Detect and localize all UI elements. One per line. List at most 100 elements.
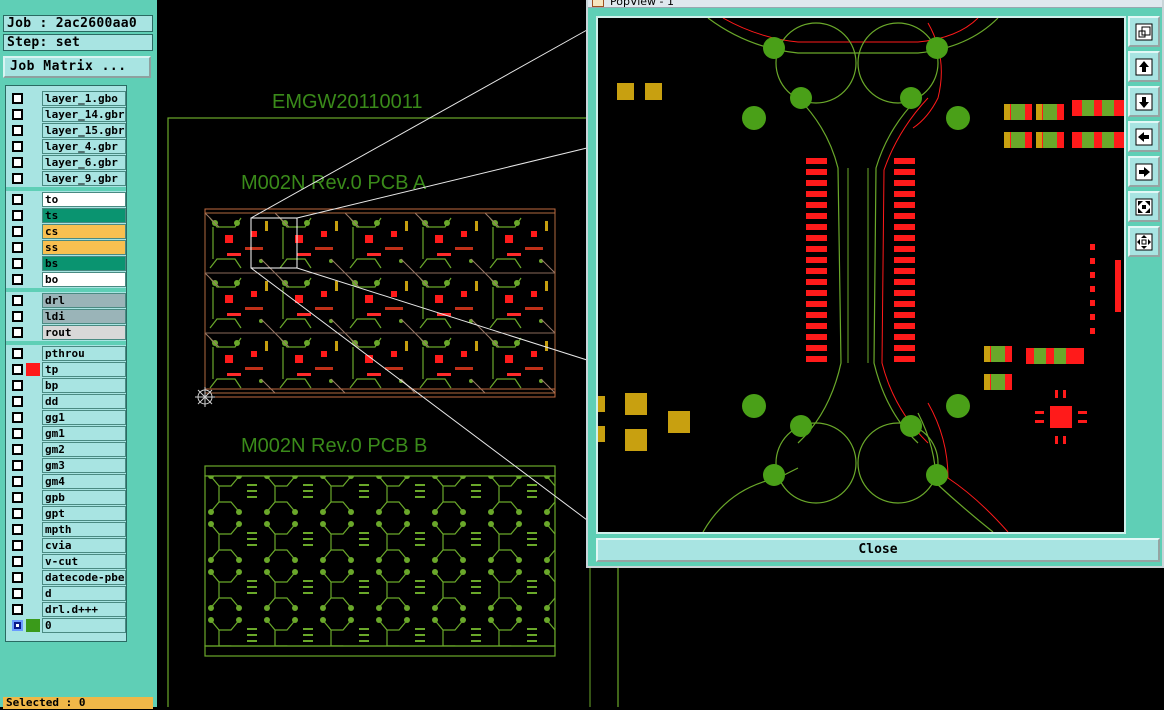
layer-row-gpb[interactable]: gpb: [8, 490, 126, 505]
layer-row-drl[interactable]: drl: [8, 293, 126, 308]
layer-row-bp[interactable]: bp: [8, 378, 126, 393]
layer-name: gpt: [42, 506, 126, 521]
layer-checkbox[interactable]: [12, 492, 23, 503]
layer-row-bs[interactable]: bs: [8, 256, 126, 271]
layer-row-gm2[interactable]: gm2: [8, 442, 126, 457]
layer-row-rout[interactable]: rout: [8, 325, 126, 340]
layer-row-ss[interactable]: ss: [8, 240, 126, 255]
layer-color-swatch: [26, 363, 40, 376]
zoom-in-button[interactable]: [1128, 191, 1160, 222]
layer-row-to[interactable]: to: [8, 192, 126, 207]
group-divider: [6, 341, 126, 345]
layer-row-gpt[interactable]: gpt: [8, 506, 126, 521]
layer-row-gg1[interactable]: gg1: [8, 410, 126, 425]
layer-row-0[interactable]: 0: [8, 618, 126, 633]
pan-right-button[interactable]: [1128, 156, 1160, 187]
layer-checkbox[interactable]: [12, 173, 23, 184]
layer-name: gm4: [42, 474, 126, 489]
layer-checkbox[interactable]: [12, 274, 23, 285]
layer-row-dd[interactable]: dd: [8, 394, 126, 409]
zoom-fit-icon: [1135, 23, 1153, 41]
layer-checkbox[interactable]: [12, 540, 23, 551]
arrow-right-icon: [1135, 163, 1153, 181]
layer-checkbox[interactable]: [12, 141, 23, 152]
layer-checkbox[interactable]: [12, 476, 23, 487]
layer-checkbox[interactable]: [12, 460, 23, 471]
layer-checkbox[interactable]: [12, 258, 23, 269]
layer-name: rout: [42, 325, 126, 340]
layer-name: datecode-pbe: [42, 570, 126, 585]
layer-row-gm4[interactable]: gm4: [8, 474, 126, 489]
layer-checkbox[interactable]: [12, 109, 23, 120]
group-divider: [6, 187, 126, 191]
layer-checkbox[interactable]: [12, 380, 23, 391]
layer-row-cvia[interactable]: cvia: [8, 538, 126, 553]
layer-checkbox[interactable]: [12, 396, 23, 407]
layer-row-pthrou[interactable]: pthrou: [8, 346, 126, 361]
job-label: Job : 2ac2600aa0: [3, 15, 153, 32]
layer-row-layer-9[interactable]: layer_9.gbr: [8, 171, 126, 186]
layer-checkbox[interactable]: [12, 93, 23, 104]
popview-zoom-canvas[interactable]: [596, 16, 1126, 534]
popview-titlebar[interactable]: PopView - 1: [588, 0, 1162, 8]
layer-checkbox[interactable]: [12, 572, 23, 583]
layer-checkbox[interactable]: [12, 157, 23, 168]
pan-down-button[interactable]: [1128, 86, 1160, 117]
zoom-out-button[interactable]: [1128, 226, 1160, 257]
layer-row-drl-d[interactable]: drl.d+++: [8, 602, 126, 617]
layer-row-tp[interactable]: tp: [8, 362, 126, 377]
layer-row-ldi[interactable]: ldi: [8, 309, 126, 324]
layer-checkbox[interactable]: [12, 428, 23, 439]
layer-checkbox[interactable]: [12, 524, 23, 535]
layer-checkbox[interactable]: [12, 364, 23, 375]
layer-row-gm3[interactable]: gm3: [8, 458, 126, 473]
pan-up-button[interactable]: [1128, 51, 1160, 82]
layer-row-layer-14[interactable]: layer_14.gbr: [8, 107, 126, 122]
layer-name: gm3: [42, 458, 126, 473]
layer-checkbox[interactable]: [12, 242, 23, 253]
layer-row-datecode[interactable]: datecode-pbe: [8, 570, 126, 585]
layer-row-ts[interactable]: ts: [8, 208, 126, 223]
layer-checkbox[interactable]: [12, 412, 23, 423]
layer-name: to: [42, 192, 126, 207]
layer-row-v-cut[interactable]: v-cut: [8, 554, 126, 569]
layer-name: bp: [42, 378, 126, 393]
layer-checkbox[interactable]: [12, 556, 23, 567]
popview-window: PopView - 1 Close: [586, 0, 1164, 568]
layer-checkbox[interactable]: [12, 311, 23, 322]
layer-name: gm2: [42, 442, 126, 457]
close-button[interactable]: Close: [596, 538, 1160, 562]
expand-arrows-icon: [1135, 198, 1153, 216]
layer-row-layer-15[interactable]: layer_15.gbr: [8, 123, 126, 138]
layer-checkbox[interactable]: [12, 348, 23, 359]
layer-row-mpth[interactable]: mpth: [8, 522, 126, 537]
layer-checkbox[interactable]: [12, 620, 23, 631]
layer-row-layer-6[interactable]: layer_6.gbr: [8, 155, 126, 170]
layer-row-cs[interactable]: cs: [8, 224, 126, 239]
layer-name: gg1: [42, 410, 126, 425]
layer-row-bo[interactable]: bo: [8, 272, 126, 287]
layer-checkbox[interactable]: [12, 444, 23, 455]
layer-checkbox[interactable]: [12, 125, 23, 136]
layer-checkbox[interactable]: [12, 508, 23, 519]
pan-left-button[interactable]: [1128, 121, 1160, 152]
layer-name: 0: [42, 618, 126, 633]
layer-row-gm1[interactable]: gm1: [8, 426, 126, 441]
layer-row-d[interactable]: d: [8, 586, 126, 601]
layer-checkbox[interactable]: [12, 226, 23, 237]
layer-checkbox[interactable]: [12, 604, 23, 615]
layer-checkbox[interactable]: [12, 210, 23, 221]
layer-row-layer-1[interactable]: layer_1.gbo: [8, 91, 126, 106]
move-arrows-icon: [1135, 233, 1153, 251]
layer-checkbox[interactable]: [12, 588, 23, 599]
layer-name: cvia: [42, 538, 126, 553]
layer-row-layer-4[interactable]: layer_4.gbr: [8, 139, 126, 154]
job-matrix-button[interactable]: Job Matrix ...: [3, 56, 151, 78]
layer-checkbox[interactable]: [12, 295, 23, 306]
layer-checkbox[interactable]: [12, 327, 23, 338]
zoom-fit-button[interactable]: [1128, 16, 1160, 47]
layer-name: dd: [42, 394, 126, 409]
layer-checkbox[interactable]: [12, 194, 23, 205]
layer-name: tp: [42, 362, 126, 377]
layer-name: ldi: [42, 309, 126, 324]
